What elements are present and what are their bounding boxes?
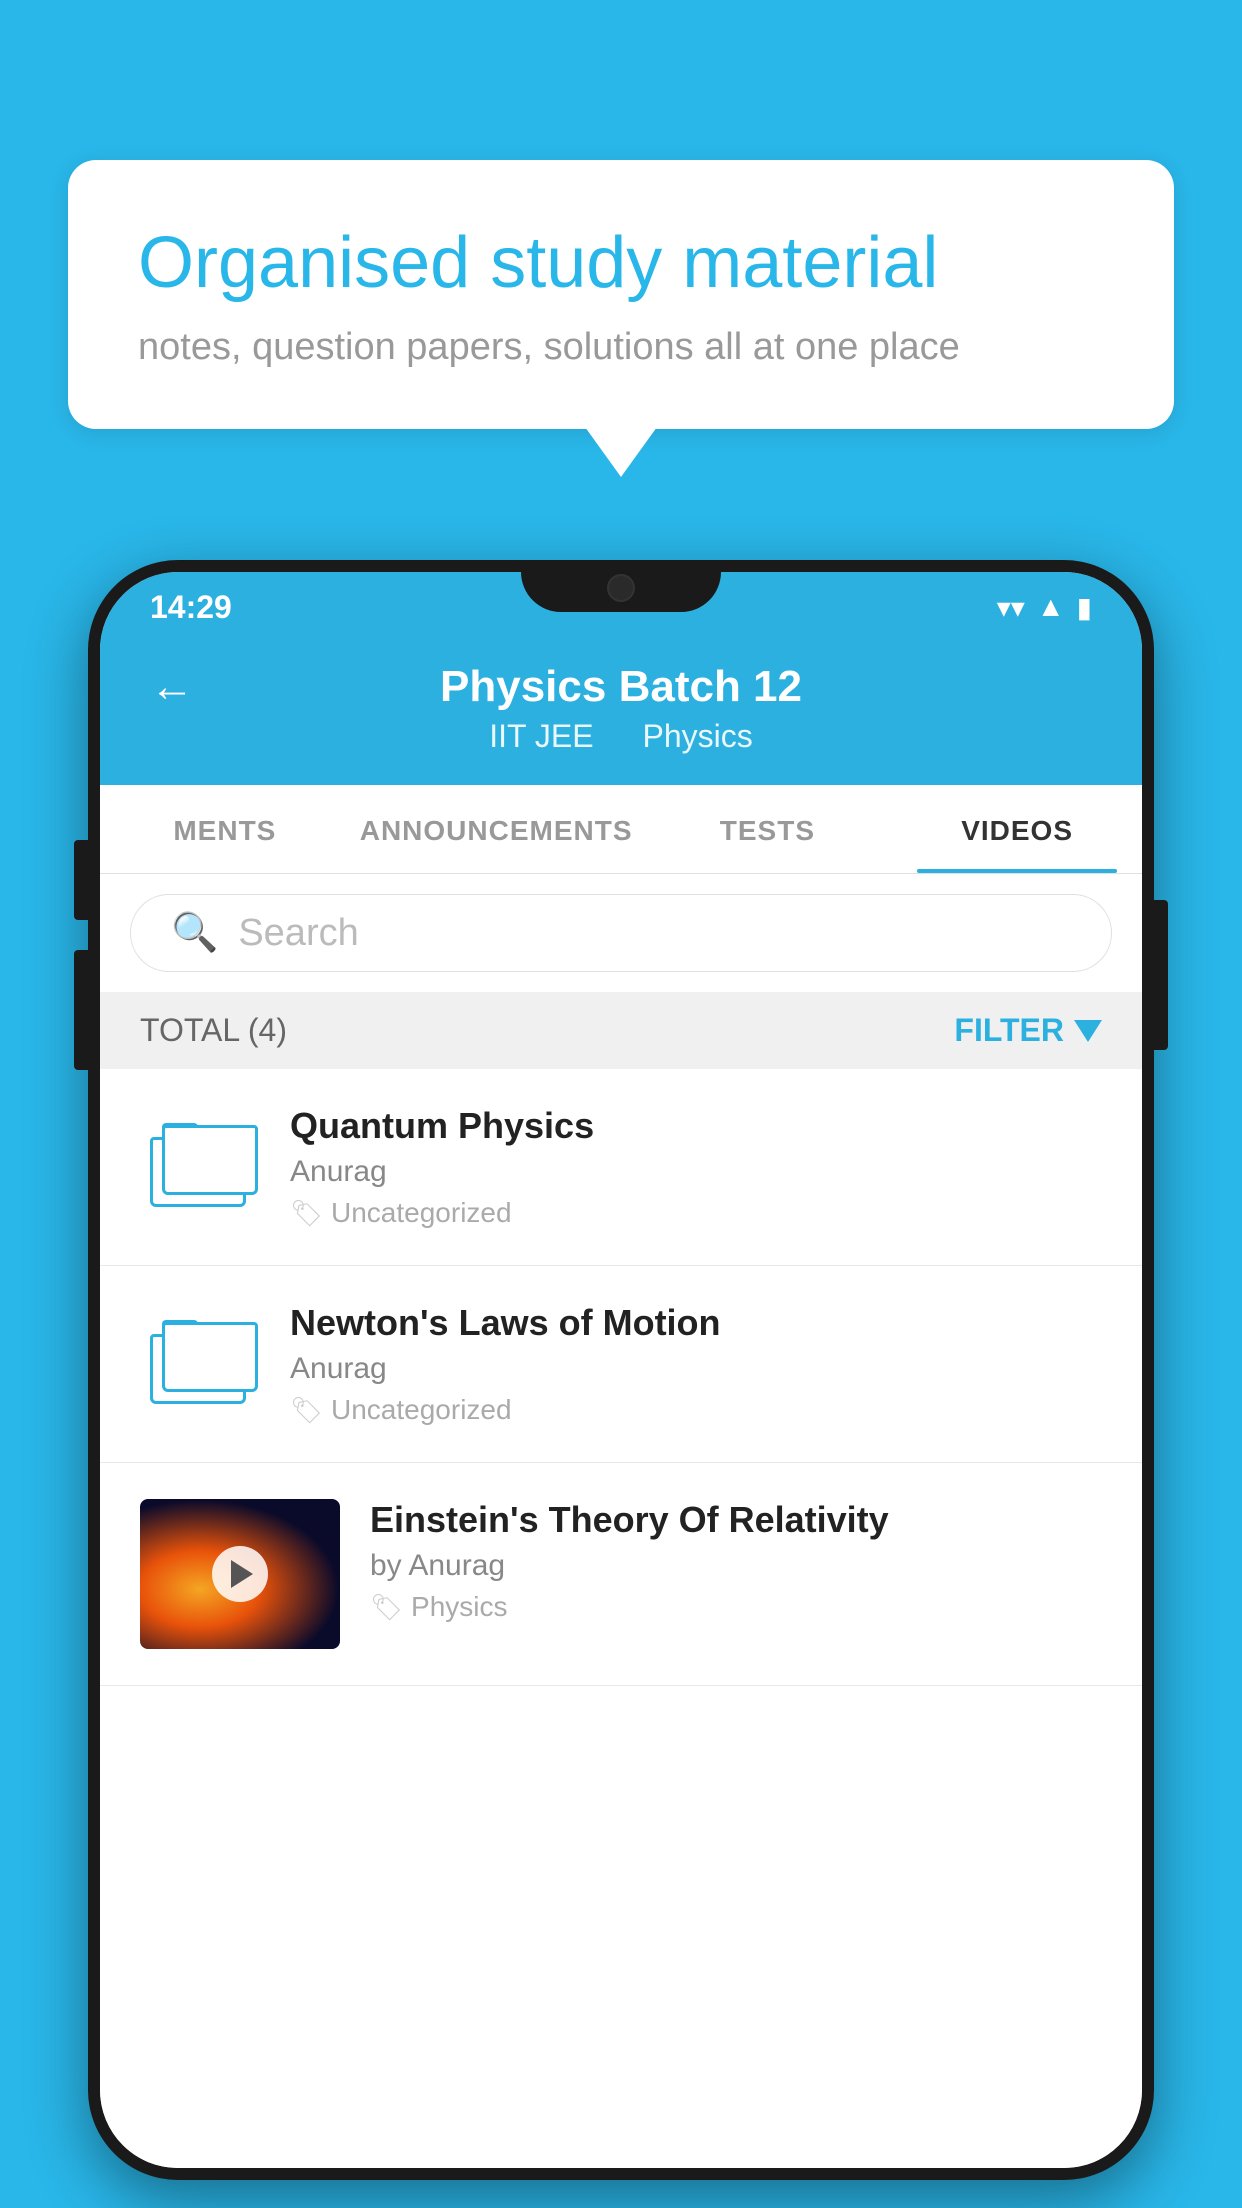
search-bar: 🔍 Search xyxy=(100,874,1142,992)
status-time: 14:29 xyxy=(150,589,232,626)
battery-icon: ▮ xyxy=(1077,591,1092,624)
video-title-newton: Newton's Laws of Motion xyxy=(290,1302,1102,1344)
video-item-quantum[interactable]: Quantum Physics Anurag 🏷 Uncategorized xyxy=(100,1069,1142,1266)
play-icon xyxy=(231,1560,253,1588)
search-placeholder: Search xyxy=(238,912,358,955)
wifi-icon: ▾▾ xyxy=(997,591,1025,624)
phone-button-power xyxy=(1154,900,1168,1050)
header-title: Physics Batch 12 xyxy=(440,662,802,712)
play-button-einstein[interactable] xyxy=(212,1546,268,1602)
tag-icon: 🏷 xyxy=(290,1198,323,1229)
bubble-title: Organised study material xyxy=(138,220,1104,306)
video-title-einstein: Einstein's Theory Of Relativity xyxy=(370,1499,1102,1541)
filter-icon xyxy=(1074,1020,1102,1042)
video-thumb-newton xyxy=(140,1302,260,1422)
video-tag-newton: 🏷 Uncategorized xyxy=(290,1394,1102,1426)
video-author-einstein: by Anurag xyxy=(370,1549,1102,1583)
header-top: ← Physics Batch 12 xyxy=(150,662,1092,712)
search-input-wrapper[interactable]: 🔍 Search xyxy=(130,894,1112,972)
tag-icon-einstein: 🏷 xyxy=(370,1592,403,1623)
app-header: ← Physics Batch 12 IIT JEE Physics xyxy=(100,642,1142,785)
phone-notch xyxy=(521,560,721,612)
video-item-newton[interactable]: Newton's Laws of Motion Anurag 🏷 Uncateg… xyxy=(100,1266,1142,1463)
phone-container: 14:29 ▾▾ ▲ ▮ ← Physics Batch 12 IIT JEE … xyxy=(88,560,1154,2180)
folder-icon-newton xyxy=(150,1320,250,1404)
video-info-quantum: Quantum Physics Anurag 🏷 Uncategorized xyxy=(290,1105,1102,1229)
phone-screen: 14:29 ▾▾ ▲ ▮ ← Physics Batch 12 IIT JEE … xyxy=(100,572,1142,2168)
folder-icon-quantum xyxy=(150,1123,250,1207)
status-icons: ▾▾ ▲ ▮ xyxy=(997,591,1092,624)
tab-ments[interactable]: MENTS xyxy=(100,785,350,873)
video-thumb-quantum xyxy=(140,1105,260,1225)
back-button[interactable]: ← xyxy=(150,662,194,712)
tab-videos[interactable]: VIDEOS xyxy=(892,785,1142,873)
signal-icon: ▲ xyxy=(1037,591,1065,623)
filter-bar: TOTAL (4) FILTER xyxy=(100,992,1142,1069)
video-info-einstein: Einstein's Theory Of Relativity by Anura… xyxy=(370,1499,1102,1623)
video-tag-einstein: 🏷 Physics xyxy=(370,1591,1102,1623)
tag-icon-newton: 🏷 xyxy=(290,1395,323,1426)
content-area: Quantum Physics Anurag 🏷 Uncategorized xyxy=(100,1069,1142,2168)
phone-outer: 14:29 ▾▾ ▲ ▮ ← Physics Batch 12 IIT JEE … xyxy=(88,560,1154,2180)
video-item-einstein[interactable]: Einstein's Theory Of Relativity by Anura… xyxy=(100,1463,1142,1686)
tab-announcements[interactable]: ANNOUNCEMENTS xyxy=(350,785,643,873)
speech-bubble-container: Organised study material notes, question… xyxy=(68,160,1174,429)
search-icon: 🔍 xyxy=(171,911,218,955)
video-tag-quantum: 🏷 Uncategorized xyxy=(290,1197,1102,1229)
header-subtitle-iit: IIT JEE xyxy=(489,718,593,754)
tab-tests[interactable]: TESTS xyxy=(643,785,893,873)
video-author-newton: Anurag xyxy=(290,1352,1102,1386)
video-info-newton: Newton's Laws of Motion Anurag 🏷 Uncateg… xyxy=(290,1302,1102,1426)
bubble-subtitle: notes, question papers, solutions all at… xyxy=(138,326,1104,369)
filter-button[interactable]: FILTER xyxy=(954,1012,1102,1049)
camera-dot xyxy=(607,574,635,602)
tab-bar: MENTS ANNOUNCEMENTS TESTS VIDEOS xyxy=(100,785,1142,874)
header-subtitle: IIT JEE Physics xyxy=(150,718,1092,755)
video-author-quantum: Anurag xyxy=(290,1155,1102,1189)
header-subtitle-physics: Physics xyxy=(642,718,752,754)
phone-button-volume-up xyxy=(74,840,88,920)
video-thumbnail-einstein xyxy=(140,1499,340,1649)
speech-bubble: Organised study material notes, question… xyxy=(68,160,1174,429)
video-title-quantum: Quantum Physics xyxy=(290,1105,1102,1147)
phone-button-volume-down xyxy=(74,950,88,1070)
total-count: TOTAL (4) xyxy=(140,1012,287,1049)
